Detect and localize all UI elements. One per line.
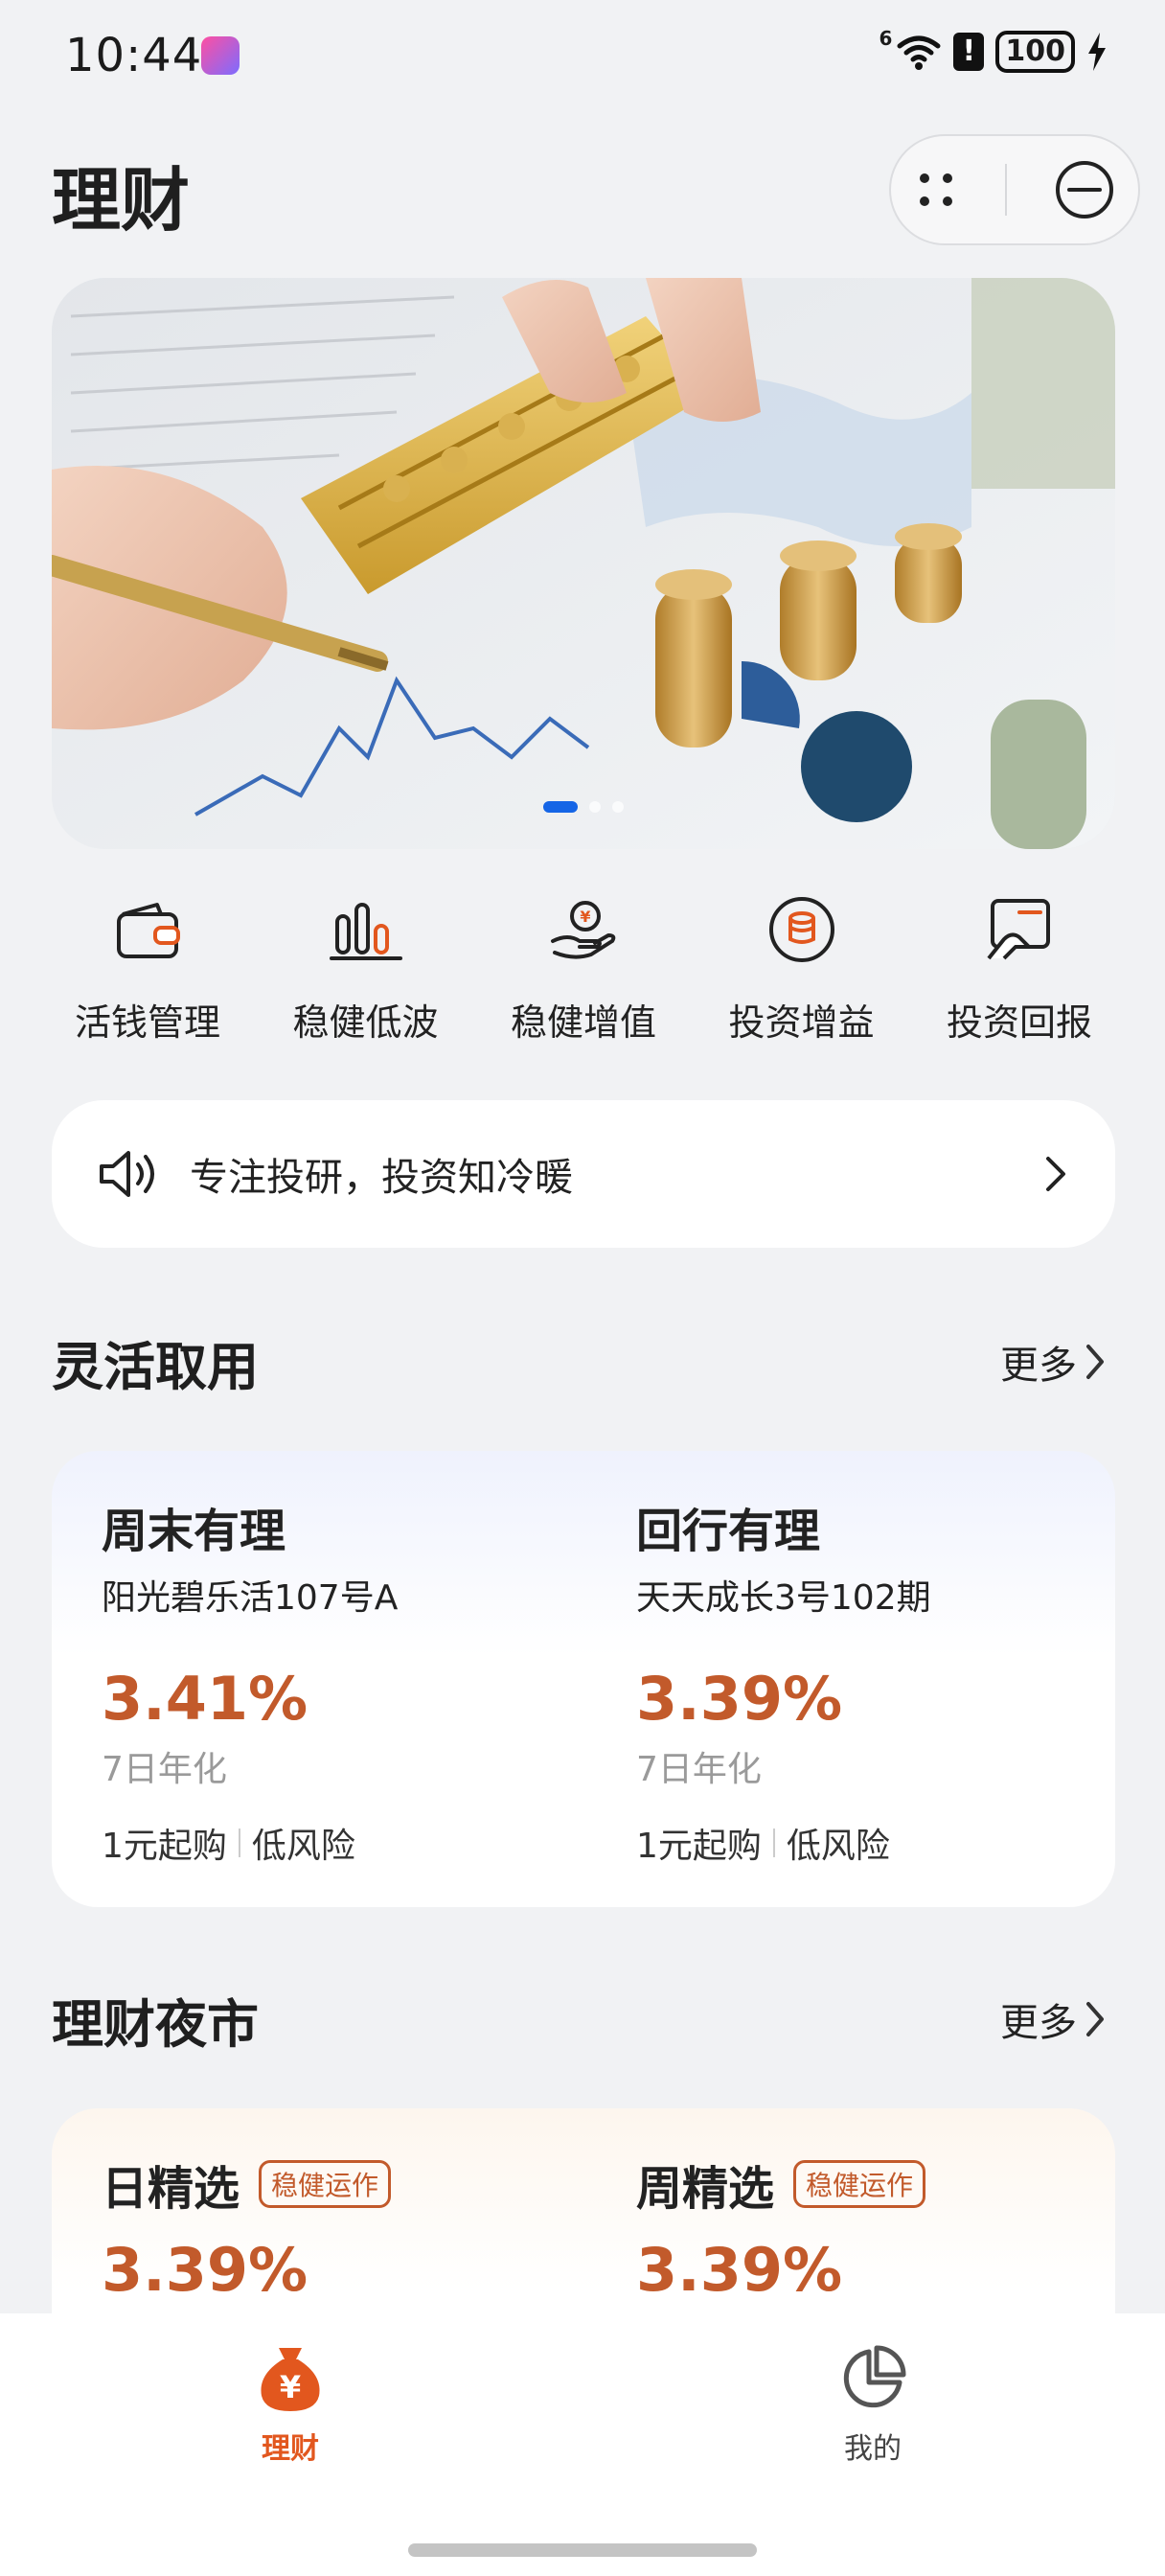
tab-mine[interactable]: 我的 <box>777 2342 969 2467</box>
quick-entry-label: 投资回报 <box>946 1001 1092 1044</box>
network-type: 6 <box>879 27 893 50</box>
page-title: 理财 <box>52 160 191 241</box>
tab-finance[interactable]: ¥ 理财 <box>194 2342 386 2467</box>
status-time: 10:44 <box>65 29 203 82</box>
more-button-night-market[interactable]: 更多 <box>1000 1991 1108 2047</box>
more-options-icon[interactable] <box>914 168 958 212</box>
product-card-weekend[interactable]: 周末有理 阳光碧乐活107号A 3.41% 7日年化 1元起购 低风险 <box>102 1493 600 1868</box>
promo-banner[interactable] <box>52 278 1115 849</box>
svg-text:¥: ¥ <box>280 2369 301 2405</box>
product-rate-label: 7日年化 <box>636 1750 762 1789</box>
quick-entry-label: 活钱管理 <box>74 1001 220 1044</box>
product-min-purchase: 1元起购 <box>636 1827 762 1866</box>
product-meta: 1元起购 低风险 <box>636 1818 1115 1868</box>
hand-coin-icon: ¥ <box>551 901 616 959</box>
quick-entry-invest-gain[interactable]: 投资增益 <box>706 891 898 1054</box>
quick-entry-label: 投资增益 <box>728 1001 875 1044</box>
banner-image <box>52 278 1115 849</box>
close-miniapp-icon[interactable] <box>1054 159 1115 220</box>
banner-pagination <box>52 801 1115 813</box>
quick-entry-steady-growth[interactable]: ¥ 稳健增值 <box>488 891 679 1054</box>
product-risk: 低风险 <box>251 1827 355 1866</box>
quick-entry-label: 稳健增值 <box>510 1001 656 1044</box>
product-title: 周精选 <box>636 2162 775 2216</box>
chevron-right-icon <box>1086 1345 1104 1379</box>
chevron-right-icon <box>1046 1157 1065 1191</box>
product-rate: 3.41% <box>102 1664 308 1734</box>
notification-app-icon <box>201 36 240 75</box>
product-rate: 3.39% <box>636 1664 843 1734</box>
banner-dot <box>589 801 601 813</box>
miniapp-capsule <box>889 134 1140 245</box>
notice-text: 专注投研，投资知冷暖 <box>190 1156 573 1200</box>
product-risk: 低风险 <box>786 1827 890 1866</box>
more-label: 更多 <box>1000 2001 1077 2045</box>
card-hand-icon <box>987 899 1050 960</box>
product-meta: 1元起购 低风险 <box>102 1818 600 1868</box>
notice-bar[interactable]: 专注投研，投资知冷暖 <box>52 1100 1115 1248</box>
quick-entry-label: 稳健低波 <box>292 1001 439 1044</box>
status-bar: 10:44 6 ! 100 <box>0 0 1165 113</box>
coin-stack-icon <box>768 897 834 962</box>
product-card-weekly-pick[interactable]: 周精选 稳健运作 3.39% <box>636 2150 1115 2305</box>
product-rate: 3.39% <box>636 2235 843 2305</box>
quick-entry-wallet[interactable]: 活钱管理 <box>52 891 243 1054</box>
svg-text:¥: ¥ <box>580 908 590 926</box>
meta-divider <box>238 1828 240 1857</box>
quick-entry-steady-low[interactable]: 稳健低波 <box>270 891 462 1054</box>
product-card-huixing[interactable]: 回行有理 天天成长3号102期 3.39% 7日年化 1元起购 低风险 <box>636 1493 1115 1868</box>
product-card-daily-pick[interactable]: 日精选 稳健运作 3.39% <box>102 2150 600 2305</box>
section-title-night-market: 理财夜市 <box>52 1994 259 2055</box>
wifi-icon <box>897 35 941 70</box>
flexible-products-card: 周末有理 阳光碧乐活107号A 3.41% 7日年化 1元起购 低风险 回行有理… <box>52 1451 1115 1907</box>
product-tag: 稳健运作 <box>259 2160 392 2208</box>
section-title-flexible: 灵活取用 <box>52 1337 259 1397</box>
product-tag: 稳健运作 <box>793 2160 926 2208</box>
speaker-icon <box>100 1151 154 1197</box>
more-label: 更多 <box>1000 1344 1077 1388</box>
tab-label: 理财 <box>262 2432 319 2466</box>
alert-icon: ! <box>953 33 985 71</box>
chevron-right-icon <box>1086 2002 1104 2036</box>
money-bag-icon: ¥ <box>261 2348 320 2411</box>
product-title: 日精选 <box>102 2162 240 2216</box>
more-button-flexible[interactable]: 更多 <box>1000 1334 1108 1390</box>
product-title-row: 周精选 稳健运作 <box>636 2150 1115 2218</box>
product-subtitle: 天天成长3号102期 <box>636 1578 931 1618</box>
product-rate: 3.39% <box>102 2235 308 2305</box>
product-title: 回行有理 <box>636 1505 821 1558</box>
product-title: 周末有理 <box>102 1505 286 1558</box>
product-subtitle: 阳光碧乐活107号A <box>102 1578 399 1618</box>
meta-divider <box>772 1828 775 1857</box>
status-icons: 6 ! 100 <box>879 27 1108 73</box>
bottom-tab-bar: ¥ 理财 我的 <box>0 2313 1165 2576</box>
quick-entry-return[interactable]: 投资回报 <box>924 891 1115 1054</box>
banner-dot <box>612 801 624 813</box>
battery-indicator: 100 <box>995 31 1075 73</box>
product-title-row: 日精选 稳健运作 <box>102 2150 600 2218</box>
pie-chart-icon <box>843 2345 906 2408</box>
product-rate-label: 7日年化 <box>102 1750 227 1789</box>
home-indicator[interactable] <box>408 2543 757 2557</box>
bar-chart-icon <box>329 903 402 960</box>
wallet-icon <box>117 903 180 958</box>
product-min-purchase: 1元起购 <box>102 1827 227 1866</box>
charging-icon <box>1088 33 1106 71</box>
capsule-divider <box>1004 164 1007 216</box>
banner-dot-active <box>543 801 578 813</box>
tab-label: 我的 <box>844 2432 902 2466</box>
quick-entry-grid: 活钱管理 稳健低波 ¥ 稳健增值 投资增益 投资回报 <box>52 891 1115 1054</box>
